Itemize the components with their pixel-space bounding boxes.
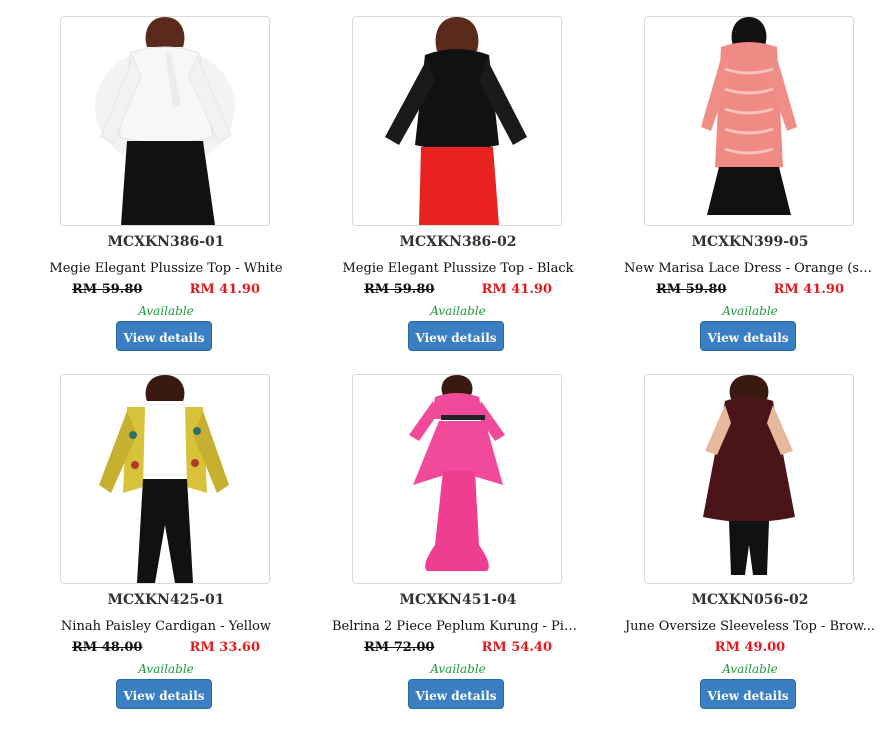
availability-status: Available — [430, 304, 486, 318]
product-sku: MCXKN399-05 — [691, 234, 809, 250]
product-prices: RM 49.00 — [644, 640, 856, 658]
product-image[interactable] — [352, 16, 562, 226]
availability-status: Available — [138, 304, 194, 318]
product-sku: MCXKN451-04 — [399, 592, 517, 608]
availability-status: Available — [430, 662, 486, 676]
view-details-button[interactable]: View details » — [700, 321, 796, 375]
old-price: RM 59.80 — [72, 282, 143, 297]
product-prices: RM 59.80 RM 41.90 — [644, 282, 856, 300]
product-name[interactable]: Ninah Paisley Cardigan - Yellow — [40, 619, 292, 634]
product-image[interactable] — [60, 374, 270, 584]
view-details-button[interactable]: View details » — [408, 321, 504, 375]
sale-price: RM 54.40 — [481, 640, 552, 655]
availability-status: Available — [722, 662, 778, 676]
product-name[interactable]: Belrina 2 Piece Peplum Kurung - Pin... — [332, 619, 584, 634]
availability-status: Available — [138, 662, 194, 676]
sale-price: RM 41.90 — [773, 282, 844, 297]
view-details-button[interactable]: View details » — [700, 679, 796, 733]
product-sku: MCXKN425-01 — [107, 592, 225, 608]
sale-price: RM 41.90 — [481, 282, 552, 297]
product-prices: RM 59.80 RM 41.90 — [352, 282, 564, 300]
old-price: RM 59.80 — [364, 282, 435, 297]
old-price: RM 59.80 — [656, 282, 727, 297]
sale-price: RM 41.90 — [189, 282, 260, 297]
sale-price: RM 49.00 — [714, 640, 786, 655]
product-prices: RM 59.80 RM 41.90 — [60, 282, 272, 300]
product-name[interactable]: New Marisa Lace Dress - Orange (siz... — [624, 261, 876, 276]
product-sku: MCXKN386-01 — [107, 234, 225, 250]
product-name[interactable]: Megie Elegant Plussize Top - Black — [332, 261, 584, 276]
product-prices: RM 72.00 RM 54.40 — [352, 640, 564, 658]
product-image[interactable] — [60, 16, 270, 226]
old-price: RM 48.00 — [72, 640, 143, 655]
view-details-button[interactable]: View details » — [408, 679, 504, 733]
old-price: RM 72.00 — [364, 640, 435, 655]
product-name[interactable]: June Oversize Sleeveless Top - Brow... — [624, 619, 876, 634]
sale-price: RM 33.60 — [189, 640, 260, 655]
product-image[interactable] — [352, 374, 562, 584]
product-image[interactable] — [644, 16, 854, 226]
view-details-button[interactable]: View details » — [116, 679, 212, 733]
product-grid: MCXKN386-01 Megie Elegant Plussize Top -… — [0, 0, 888, 733]
view-details-button[interactable]: View details » — [116, 321, 212, 375]
availability-status: Available — [722, 304, 778, 318]
product-image[interactable] — [644, 374, 854, 584]
product-sku: MCXKN056-02 — [691, 592, 809, 608]
product-prices: RM 48.00 RM 33.60 — [60, 640, 272, 658]
product-sku: MCXKN386-02 — [399, 234, 517, 250]
product-name[interactable]: Megie Elegant Plussize Top - White — [40, 261, 292, 276]
